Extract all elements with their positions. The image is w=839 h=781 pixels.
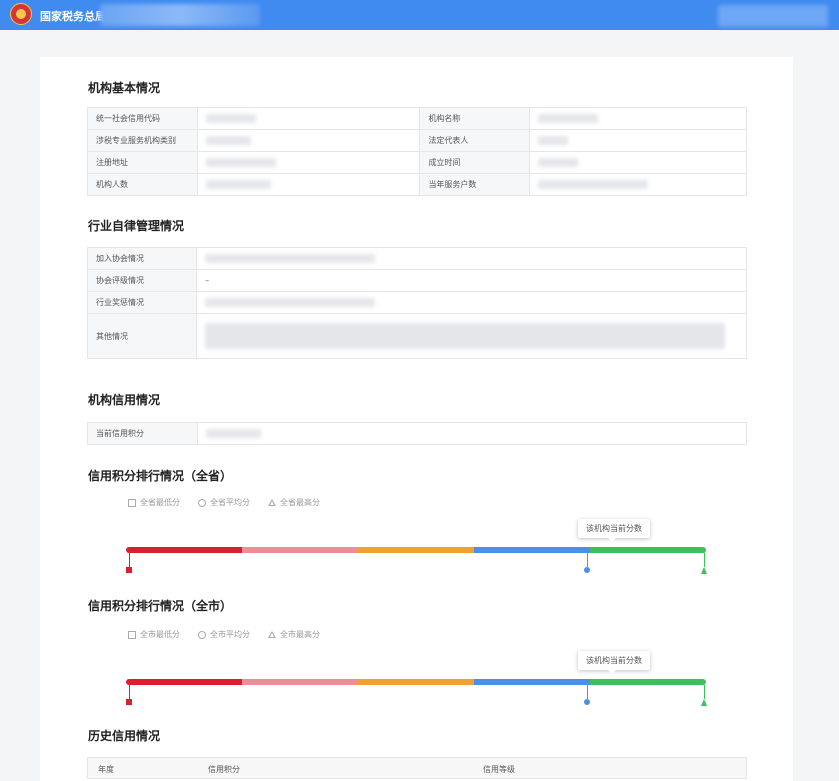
city-rank-title: 信用积分排行情况（全市） (88, 599, 233, 613)
legend-avg: 全省平均分 (210, 498, 250, 507)
province-score-bar (126, 547, 706, 553)
table-row: 其他情况 (86, 313, 747, 359)
credit-table: 当前信用积分 (87, 422, 748, 445)
bar-segment (358, 547, 474, 553)
field-value (529, 173, 747, 196)
table-row: 统一社会信用代码 机构名称 (87, 107, 747, 130)
city-legend: 全市最低分 全市平均分 全市最高分 (128, 629, 320, 640)
field-value (196, 247, 747, 270)
province-legend: 全省最低分 全省平均分 全省最高分 (128, 497, 320, 508)
legend-avg: 全市平均分 (210, 630, 250, 639)
table-row: 机构人数 当年服务户数 (87, 173, 747, 196)
table-row: 注册地址 成立时间 (87, 151, 747, 174)
field-value (196, 173, 421, 196)
redacted-title-area (100, 4, 260, 26)
square-icon (128, 630, 136, 639)
field-value (196, 151, 421, 174)
min-marker (126, 699, 132, 705)
avg-stem (587, 553, 588, 567)
field-label: 成立时间 (419, 151, 531, 174)
current-score-tooltip: 该机构当前分数 (578, 519, 650, 542)
column-header: 信用等级 (483, 765, 515, 774)
bar-segment (590, 679, 706, 685)
basic-info-table: 统一社会信用代码 机构名称 涉税专业服务机构类别 法定代表人 注册地址 成立时间… (87, 107, 747, 196)
avg-marker (584, 699, 590, 705)
bar-segment (126, 679, 242, 685)
table-row: 协会评级情况 – (86, 269, 747, 292)
circle-icon (198, 630, 206, 639)
field-value (529, 107, 747, 130)
current-score-tooltip: 该机构当前分数 (578, 651, 650, 674)
legend-min: 全省最低分 (140, 498, 180, 507)
bar-segment (126, 547, 242, 553)
field-label: 当年服务户数 (419, 173, 531, 196)
credit-title: 机构信用情况 (88, 393, 161, 407)
min-marker (126, 567, 132, 573)
field-label: 机构名称 (419, 107, 531, 130)
legend-max: 全省最高分 (280, 498, 320, 507)
field-value (196, 129, 421, 152)
table-row: 涉税专业服务机构类别 法定代表人 (87, 129, 747, 152)
field-value (196, 422, 748, 445)
avg-stem (587, 685, 588, 699)
city-score-bar (126, 679, 706, 685)
field-label: 法定代表人 (419, 129, 531, 152)
min-stem (129, 553, 130, 567)
history-table-header: 年度 信用积分 信用等级 (87, 757, 747, 779)
field-value (529, 129, 747, 152)
max-stem (704, 553, 705, 567)
table-row: 加入协会情况 (86, 247, 747, 270)
triangle-icon (268, 499, 276, 506)
province-rank-title: 信用积分排行情况（全省） (88, 469, 233, 483)
legend-max: 全市最高分 (280, 630, 320, 639)
field-value (529, 151, 747, 174)
table-row: 行业奖惩情况 (86, 291, 747, 314)
field-value (196, 107, 421, 130)
max-marker (701, 699, 707, 706)
bar-segment (358, 679, 474, 685)
field-label: 注册地址 (87, 151, 198, 174)
site-title: 国家税务总局 (40, 10, 106, 23)
top-bar: 国家税务总局 (0, 0, 839, 30)
bar-segment (474, 547, 590, 553)
square-icon (128, 498, 136, 507)
table-row: 当前信用积分 (87, 422, 748, 445)
field-label: 协会评级情况 (86, 269, 198, 292)
field-value: – (196, 269, 747, 292)
circle-icon (198, 498, 206, 507)
field-label: 其他情况 (86, 313, 198, 359)
column-header: 年度 (98, 765, 114, 774)
bar-segment (474, 679, 590, 685)
field-label: 涉税专业服务机构类别 (87, 129, 198, 152)
field-label: 统一社会信用代码 (87, 107, 198, 130)
field-value (196, 291, 747, 314)
field-label: 加入协会情况 (86, 247, 198, 270)
avg-marker (584, 567, 590, 573)
min-stem (129, 685, 130, 699)
legend-min: 全市最低分 (140, 630, 180, 639)
triangle-icon (268, 631, 276, 638)
bar-segment (242, 547, 358, 553)
bar-segment (242, 679, 358, 685)
max-stem (704, 685, 705, 699)
column-header: 信用积分 (208, 765, 240, 774)
field-value (196, 313, 747, 359)
field-label: 行业奖惩情况 (86, 291, 198, 314)
field-label: 当前信用积分 (87, 422, 198, 445)
industry-title: 行业自律管理情况 (88, 219, 185, 233)
max-marker (701, 567, 707, 574)
content-card: 机构基本情况 统一社会信用代码 机构名称 涉税专业服务机构类别 法定代表人 注册… (40, 57, 793, 781)
basic-info-title: 机构基本情况 (88, 81, 161, 95)
tax-emblem-icon (10, 3, 32, 25)
field-label: 机构人数 (87, 173, 198, 196)
history-title: 历史信用情况 (88, 729, 161, 743)
redacted-user-area[interactable] (718, 5, 828, 27)
industry-table: 加入协会情况 协会评级情况 – 行业奖惩情况 其他情况 (86, 247, 747, 359)
bar-segment (590, 547, 706, 553)
